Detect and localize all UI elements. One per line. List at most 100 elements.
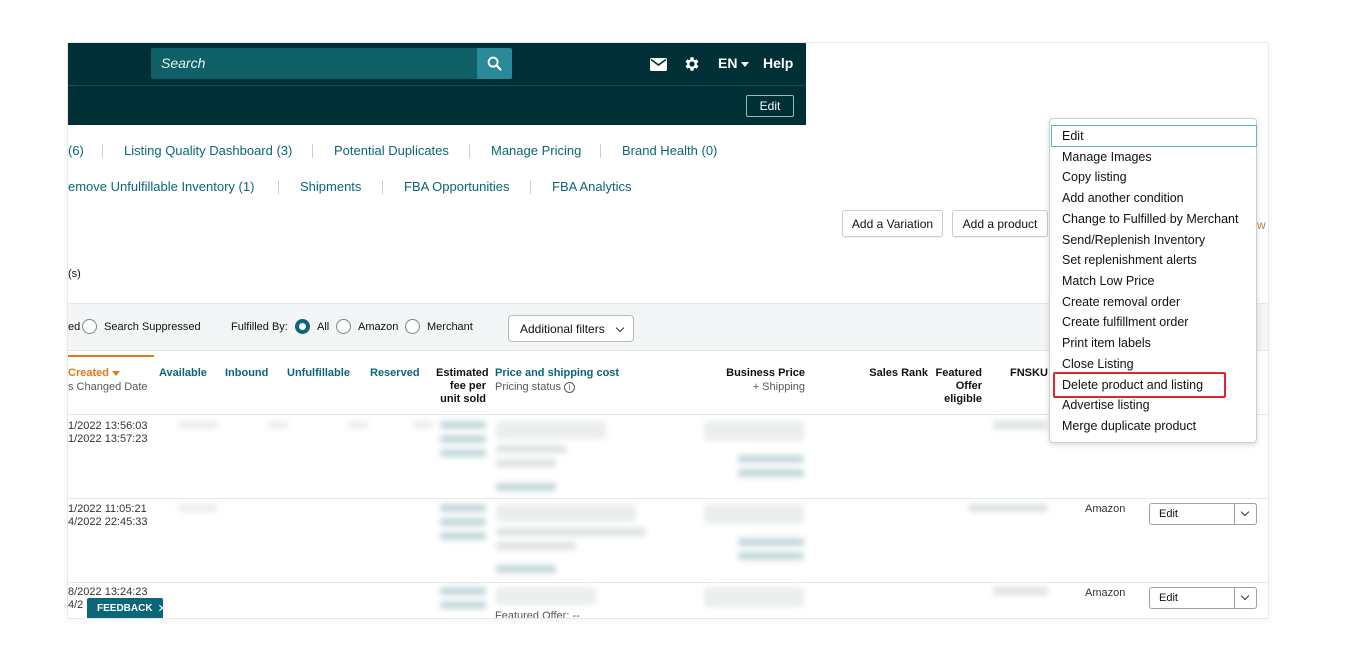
- add-product-button[interactable]: Add a product: [952, 210, 1048, 237]
- menu-item-create-removal-order[interactable]: Create removal order: [1062, 295, 1180, 309]
- row-1-created: 1/2022 13:56:03: [68, 420, 148, 432]
- caret-down-icon: [741, 61, 750, 67]
- info-icon[interactable]: i: [564, 381, 576, 393]
- blurred-cell: [993, 421, 1048, 429]
- fee-header-line: unit sold: [440, 393, 486, 405]
- additional-filters-button[interactable]: Additional filters: [508, 315, 634, 342]
- blurred-cell: [496, 504, 636, 522]
- menu-item-advertise-listing[interactable]: Advertise listing: [1062, 398, 1150, 412]
- fulfilled-by-label: Fulfilled By:: [231, 321, 288, 333]
- tab-listing-quality-dashboard[interactable]: Listing Quality Dashboard (3): [124, 143, 292, 158]
- column-pricing-status: Pricing status i: [495, 381, 576, 393]
- tab-count-fragment[interactable]: (6): [68, 143, 84, 158]
- listing-actions-menu: Edit Manage Images Copy listing Add anot…: [1049, 118, 1257, 443]
- help-link[interactable]: Help: [763, 55, 793, 71]
- row-divider: [68, 582, 1268, 583]
- tab-separator: [278, 180, 279, 194]
- menu-item-edit[interactable]: Edit: [1062, 129, 1084, 143]
- blurred-cell: [413, 421, 433, 429]
- language-label: EN: [718, 55, 738, 71]
- tab-fba-opportunities[interactable]: FBA Opportunities: [404, 179, 510, 194]
- column-available[interactable]: Available: [159, 367, 207, 380]
- menu-item-close-listing[interactable]: Close Listing: [1062, 357, 1134, 371]
- tab-separator: [600, 144, 601, 158]
- column-unfulfillable[interactable]: Unfulfillable: [287, 367, 350, 380]
- column-inbound[interactable]: Inbound: [225, 367, 268, 380]
- blurred-cell: [968, 504, 1048, 512]
- row-3-edit-split-button[interactable]: Edit: [1149, 587, 1257, 609]
- menu-item-set-replenishment-alerts[interactable]: Set replenishment alerts: [1062, 253, 1197, 267]
- column-price-and-shipping[interactable]: Price and shipping cost: [495, 367, 619, 380]
- fulfilled-merchant-radio[interactable]: [405, 319, 420, 334]
- inventory-tabs-row-1: (6) Listing Quality Dashboard (3) Potent…: [68, 143, 768, 163]
- row-2-edit-split-button[interactable]: Edit: [1149, 503, 1257, 525]
- fulfilled-merchant-label: Merchant: [427, 321, 473, 333]
- blurred-cell: [440, 449, 486, 457]
- featured-header-line: eligible: [944, 393, 982, 405]
- column-created[interactable]: Created: [68, 367, 121, 380]
- menu-item-create-fulfillment-order[interactable]: Create fulfillment order: [1062, 315, 1188, 329]
- gear-icon[interactable]: [683, 55, 701, 73]
- blurred-cell: [440, 435, 486, 443]
- blurred-cell: [738, 538, 804, 546]
- screenshot-stage: Search EN Help Edit (6) Listing Quality …: [0, 0, 1349, 659]
- blurred-cell: [704, 504, 804, 524]
- blurred-cell: [268, 421, 288, 429]
- feedback-tab[interactable]: FEEDBACK ✕: [87, 598, 167, 618]
- tab-separator: [530, 180, 531, 194]
- search-icon: [487, 56, 502, 71]
- menu-item-copy-listing[interactable]: Copy listing: [1062, 170, 1127, 184]
- edit-nav-button[interactable]: Edit: [746, 95, 794, 117]
- row-2-edit-dropdown-toggle[interactable]: [1234, 504, 1256, 524]
- row-2-created: 1/2022 11:05:21: [68, 503, 147, 515]
- column-business-price: Business Price: [726, 367, 805, 379]
- fulfilled-all-label: All: [317, 321, 330, 333]
- fulfilled-amazon-label: Amazon: [358, 321, 399, 333]
- row-3-edit-label: Edit: [1159, 592, 1178, 604]
- featured-header-line: Featured: [935, 367, 982, 379]
- sorted-column-indicator: [68, 355, 154, 357]
- blurred-cell: [496, 542, 576, 550]
- close-icon[interactable]: ✕: [158, 602, 167, 615]
- menu-item-match-low-price[interactable]: Match Low Price: [1062, 274, 1154, 288]
- row-2-edit-label: Edit: [1159, 508, 1178, 520]
- fulfilled-all-radio[interactable]: [295, 319, 310, 334]
- column-changed-date[interactable]: s Changed Date: [68, 381, 148, 393]
- menu-item-merge-duplicate-product[interactable]: Merge duplicate product: [1062, 419, 1196, 433]
- blurred-cell: [704, 421, 804, 441]
- menu-item-delete-product-and-listing[interactable]: Delete product and listing: [1062, 378, 1203, 392]
- search-button[interactable]: [477, 48, 512, 79]
- row-divider: [68, 498, 1268, 499]
- mail-icon[interactable]: [649, 55, 667, 73]
- tab-remove-unfulfillable-inventory[interactable]: emove Unfulfillable Inventory (1): [68, 179, 254, 194]
- menu-item-manage-images[interactable]: Manage Images: [1062, 150, 1152, 164]
- column-reserved[interactable]: Reserved: [370, 367, 420, 380]
- menu-item-add-another-condition[interactable]: Add another condition: [1062, 191, 1184, 205]
- search-suppressed-radio[interactable]: [82, 319, 97, 334]
- tab-manage-pricing[interactable]: Manage Pricing: [491, 143, 581, 158]
- tab-fba-analytics[interactable]: FBA Analytics: [552, 179, 631, 194]
- row-3-edit-dropdown-toggle[interactable]: [1234, 588, 1256, 608]
- blurred-cell: [178, 504, 218, 512]
- tab-brand-health[interactable]: Brand Health (0): [622, 143, 717, 158]
- featured-header-line: Offer: [955, 380, 982, 392]
- blurred-cell: [440, 587, 486, 595]
- inventory-tabs-row-2: emove Unfulfillable Inventory (1) Shipme…: [68, 179, 768, 199]
- secondary-bar: Edit: [68, 85, 806, 125]
- search-input[interactable]: Search: [151, 48, 477, 79]
- additional-filters-label: Additional filters: [520, 321, 605, 336]
- fee-header-line: Estimated: [436, 367, 489, 379]
- language-selector[interactable]: EN: [718, 55, 750, 71]
- blurred-cell: [178, 421, 218, 429]
- menu-item-change-to-fbm[interactable]: Change to Fulfilled by Merchant: [1062, 212, 1238, 226]
- blurred-cell: [440, 421, 486, 429]
- add-variation-button[interactable]: Add a Variation: [842, 210, 943, 237]
- tab-shipments[interactable]: Shipments: [300, 179, 361, 194]
- menu-item-print-item-labels[interactable]: Print item labels: [1062, 336, 1151, 350]
- tab-potential-duplicates[interactable]: Potential Duplicates: [334, 143, 449, 158]
- fulfilled-amazon-radio[interactable]: [336, 319, 351, 334]
- blurred-cell: [348, 421, 368, 429]
- blurred-cell: [496, 587, 596, 605]
- menu-item-send-replenish-inventory[interactable]: Send/Replenish Inventory: [1062, 233, 1205, 247]
- search-suppressed-label: Search Suppressed: [104, 321, 201, 333]
